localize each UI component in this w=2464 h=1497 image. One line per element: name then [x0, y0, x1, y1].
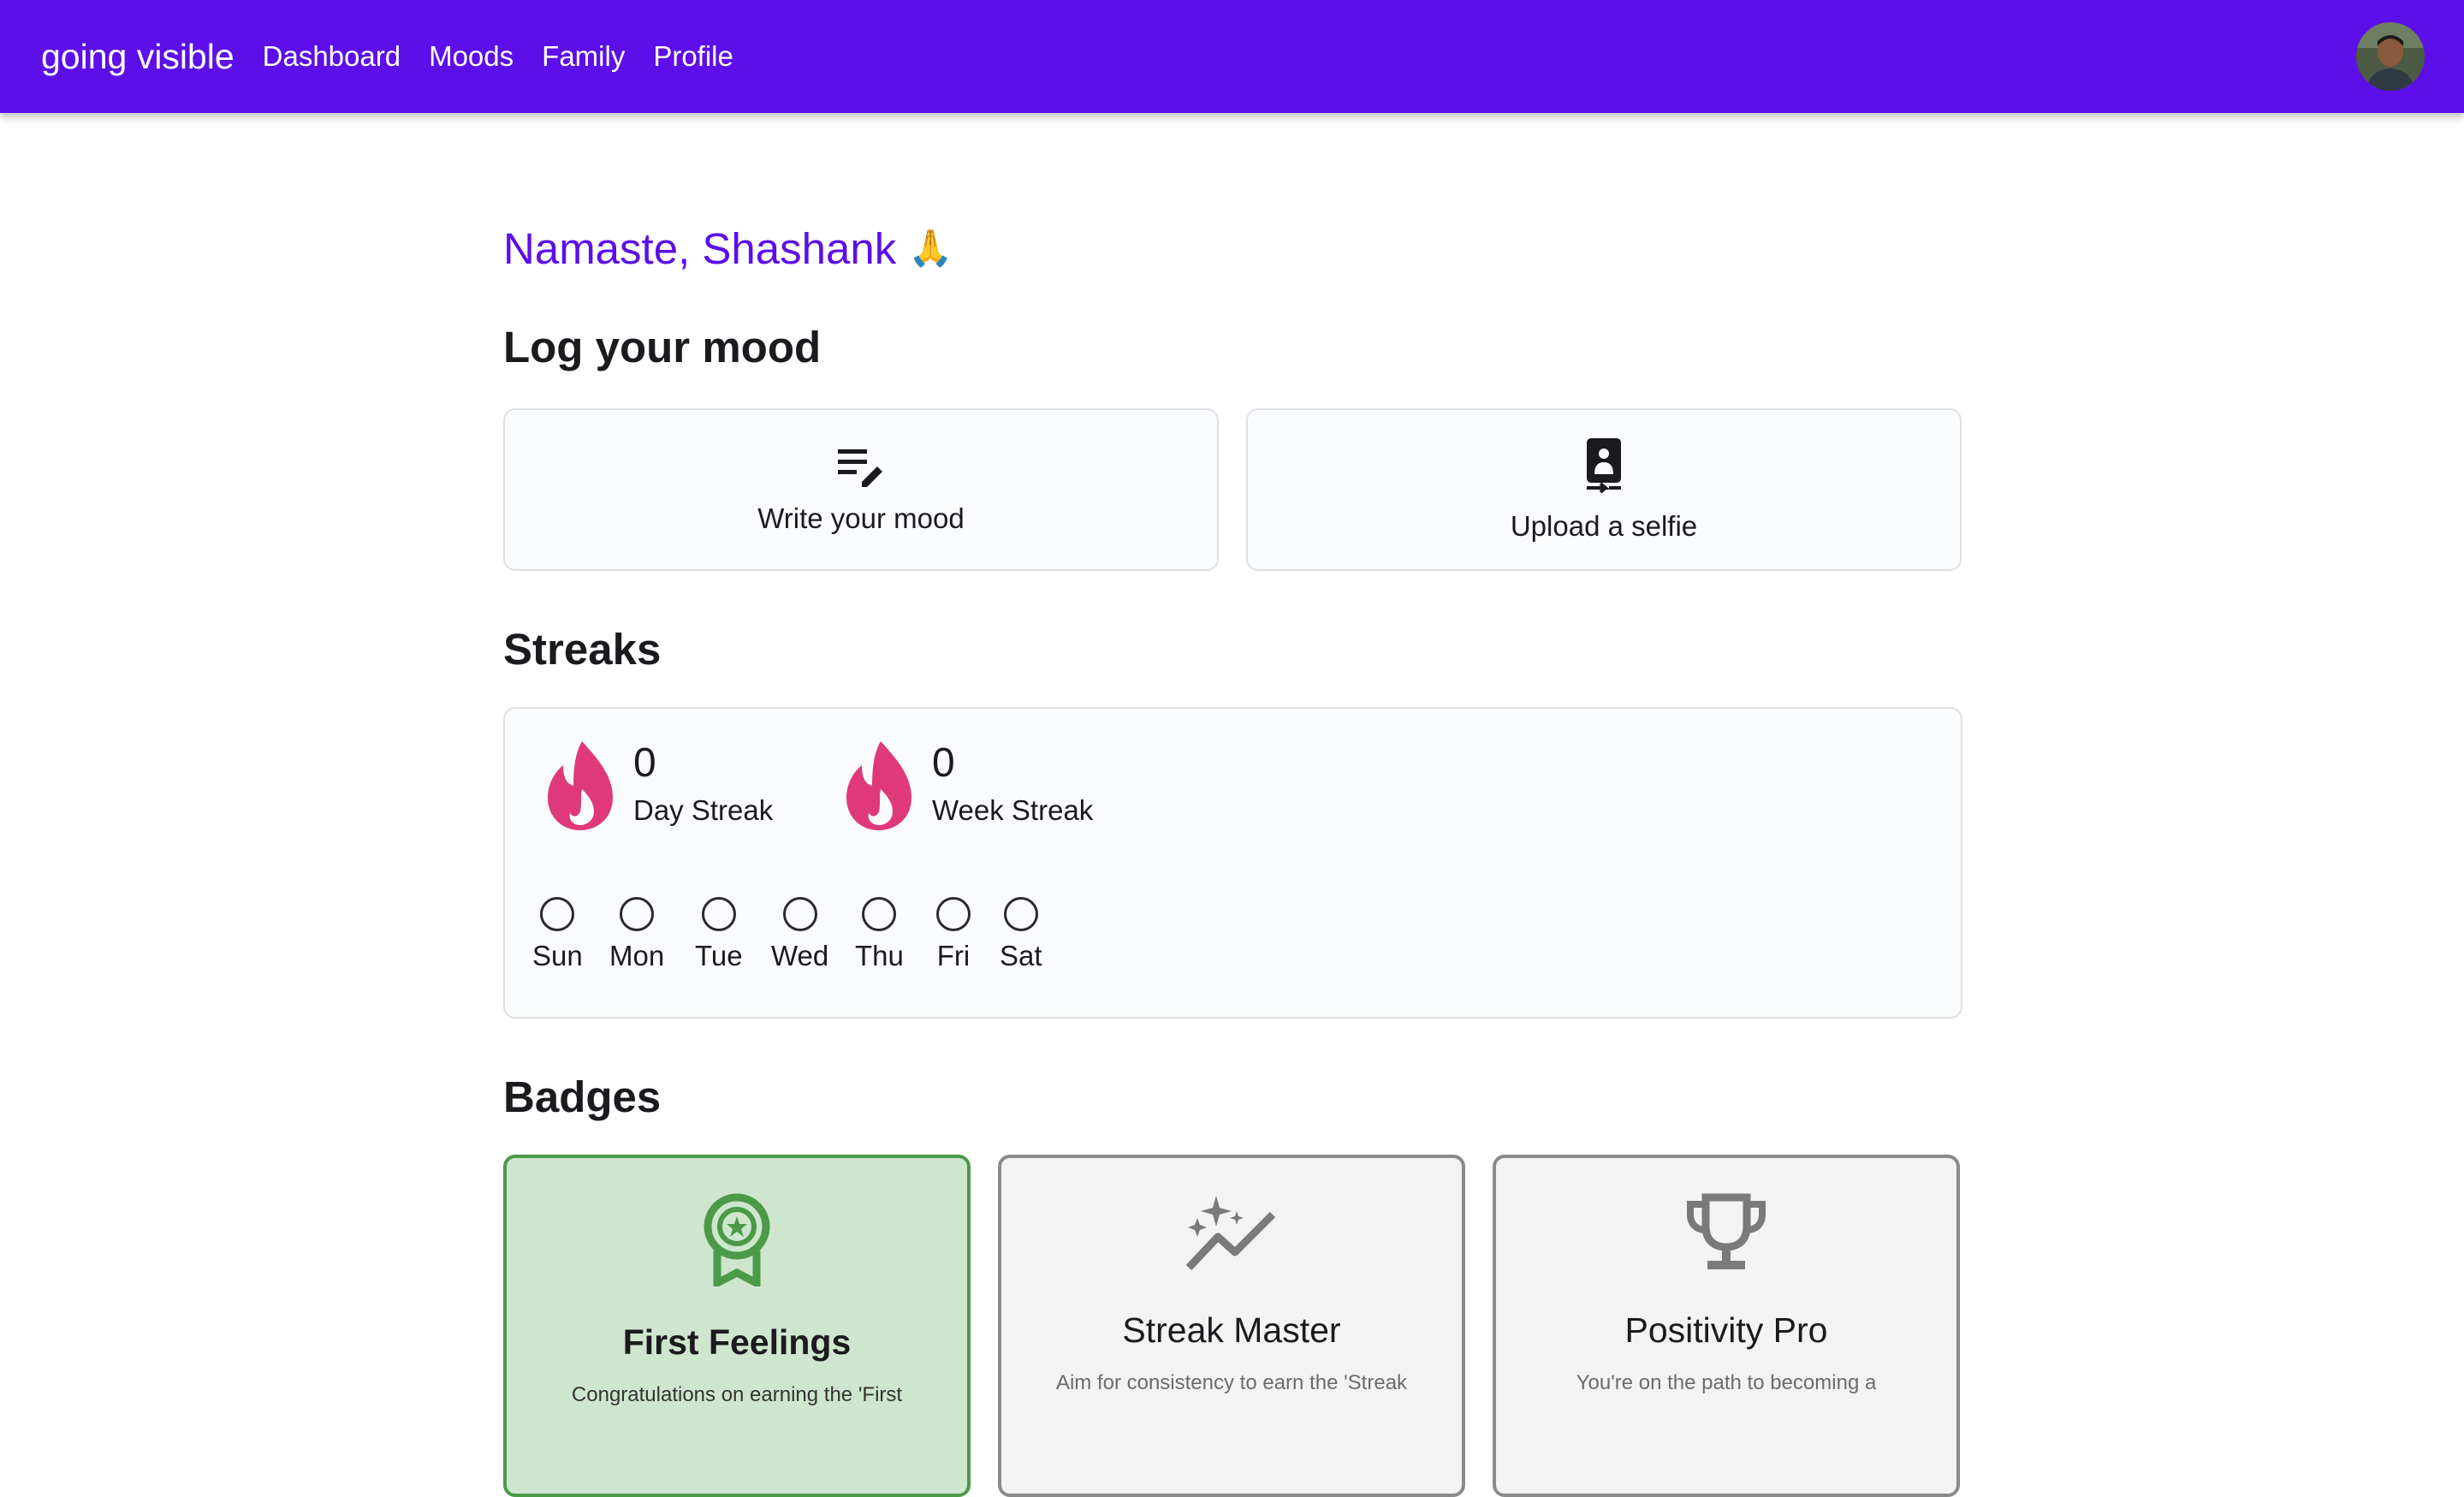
day-sat: Sat [1000, 897, 1042, 972]
write-mood-button[interactable]: Write your mood [503, 408, 1219, 571]
day-tue: Tue [695, 897, 743, 972]
day-circle-icon [701, 897, 736, 931]
week-streak-count: 0 [932, 740, 955, 786]
badges-list: First Feelings Congratulations on earnin… [503, 1155, 1962, 1497]
day-label: Wed [771, 940, 829, 971]
day-circle-icon [620, 897, 655, 931]
day-streak-count: 0 [633, 740, 656, 786]
day-fri: Fri [936, 897, 971, 972]
badge-title: Positivity Pro [1624, 1310, 1828, 1350]
trophy-icon [1687, 1193, 1766, 1269]
day-label: Tue [695, 940, 743, 971]
day-streak: 0 Day Streak [544, 738, 773, 834]
log-mood-actions: Write your mood Upload a selfie [503, 408, 1962, 571]
sparkle-trend-icon [1185, 1196, 1276, 1271]
upload-selfie-label: Upload a selfie [1510, 510, 1698, 542]
day-label: Thu [855, 940, 904, 971]
day-circle-icon [540, 897, 575, 931]
camera-front-icon [1587, 438, 1621, 494]
badge-streak-master[interactable]: Streak Master Aim for consistency to ear… [998, 1155, 1465, 1497]
edit-note-icon [838, 449, 882, 487]
day-mon: Mon [609, 897, 664, 972]
week-streak: 0 Week Streak [843, 738, 1093, 834]
day-label: Sat [1000, 940, 1042, 971]
greeting-text: Namaste, Shashank [503, 223, 897, 273]
streaks-card: 0 Day Streak 0 Week Streak Sun Mon Tue W… [503, 707, 1962, 1019]
flame-icon [548, 741, 613, 830]
greeting: Namaste, Shashank 🙏 [503, 214, 1962, 282]
day-circle-icon [862, 897, 897, 931]
badge-description: You're on the path to becoming a [1576, 1371, 1877, 1394]
day-circle-icon [782, 897, 817, 931]
log-mood-title: Log your mood [503, 323, 822, 371]
day-sun: Sun [532, 897, 583, 972]
streaks-title: Streaks [503, 625, 662, 674]
app-bar: going visible Dashboard Moods Family Pro… [0, 0, 2464, 113]
nav-family[interactable]: Family [542, 40, 625, 73]
nav-dashboard[interactable]: Dashboard [263, 40, 401, 73]
day-wed: Wed [771, 897, 828, 972]
write-mood-label: Write your mood [757, 502, 965, 534]
week-streak-label: Week Streak [932, 794, 1094, 826]
nav-profile[interactable]: Profile [653, 40, 733, 73]
award-icon [704, 1193, 770, 1286]
badge-title: Streak Master [1122, 1310, 1341, 1350]
badge-title: First Feelings [622, 1322, 852, 1362]
day-circle-icon [1003, 897, 1038, 931]
badge-description: Aim for consistency to earn the 'Streak [1055, 1371, 1408, 1394]
badge-positivity-pro[interactable]: Positivity Pro You're on the path to bec… [1493, 1155, 1960, 1497]
day-label: Mon [609, 940, 665, 971]
avatar[interactable] [2356, 22, 2425, 91]
day-label: Sun [532, 940, 583, 971]
badges-title: Badges [503, 1072, 662, 1121]
day-label: Fri [936, 940, 971, 971]
nav-moods[interactable]: Moods [429, 40, 514, 73]
flame-icon [846, 741, 911, 830]
day-thu: Thu [855, 897, 904, 972]
badge-description: Congratulations on earning the 'First [571, 1383, 903, 1406]
namaste-emoji: 🙏 [908, 227, 953, 268]
upload-selfie-button[interactable]: Upload a selfie [1246, 408, 1962, 571]
badge-first-feelings[interactable]: First Feelings Congratulations on earnin… [503, 1155, 971, 1497]
day-circle-icon [936, 897, 971, 931]
dashboard-content: Namaste, Shashank 🙏 Log your mood Write … [503, 214, 1962, 1497]
day-streak-label: Day Streak [633, 794, 774, 826]
brand-logo[interactable]: going visible [41, 37, 235, 77]
avatar-photo [2356, 22, 2425, 91]
